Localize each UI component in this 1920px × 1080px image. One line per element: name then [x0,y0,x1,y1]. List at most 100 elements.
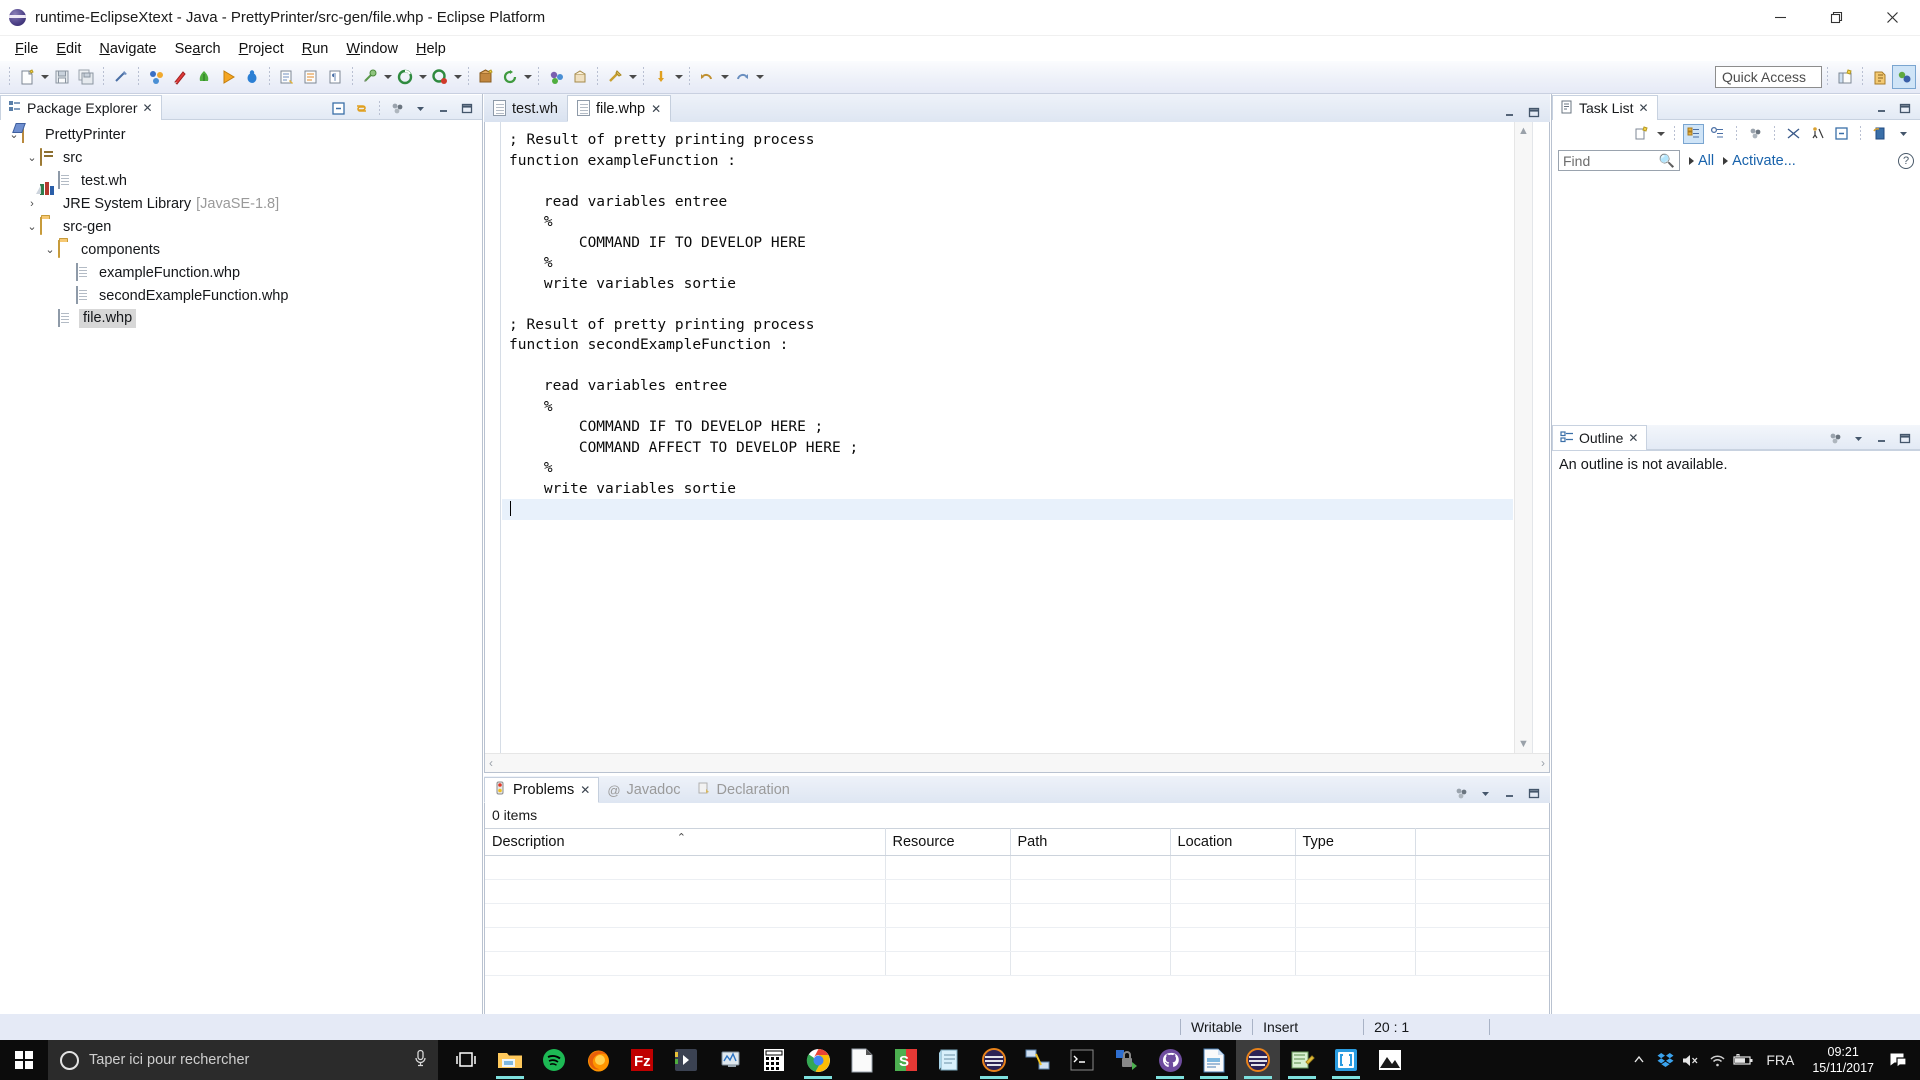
show-hidden-icons-icon[interactable] [1626,1040,1652,1080]
wifi-icon[interactable] [1704,1040,1730,1080]
save-icon[interactable] [50,65,74,89]
close-button[interactable] [1864,0,1920,36]
refresh-dropdown-icon[interactable] [522,65,533,89]
restore-tasks-icon[interactable] [1807,124,1828,144]
maximize-icon[interactable] [1894,98,1915,118]
twisty-expanded-icon[interactable]: ⌄ [42,243,58,256]
next-edit-location-icon[interactable] [649,65,673,89]
editor-vertical-ruler[interactable] [485,122,501,753]
tree-item[interactable]: › JRE System Library [JavaSE-1.8] [0,182,482,215]
forward-navigation-icon[interactable] [730,65,754,89]
sublime-text-icon[interactable] [664,1040,708,1080]
photos-icon[interactable] [1368,1040,1412,1080]
eclipse-icon[interactable] [972,1040,1016,1080]
filter-all-link[interactable]: All [1689,153,1714,169]
dropbox-icon[interactable] [1652,1040,1678,1080]
table-row[interactable] [485,855,1549,880]
notepadpp-icon[interactable] [1280,1040,1324,1080]
menu-file[interactable]: File [6,39,47,59]
battery-charging-icon[interactable] [1730,1040,1756,1080]
spotify-icon[interactable] [532,1040,576,1080]
view-menu-icon[interactable] [1451,783,1472,803]
close-icon[interactable]: ✕ [580,784,590,796]
external-tools-icon[interactable] [358,65,382,89]
new-task-icon[interactable] [1631,124,1652,144]
quick-access-input[interactable]: Quick Access [1715,66,1822,88]
microphone-icon[interactable] [413,1049,428,1072]
view-dropdown-icon[interactable] [410,98,431,118]
java-perspective-icon[interactable] [1868,65,1892,89]
editor-tab-file-whp[interactable]: file.whp ✕ [566,95,672,122]
twisty-collapsed-icon[interactable]: › [24,198,40,210]
restore-button[interactable] [1808,0,1864,36]
file-explorer-icon[interactable] [488,1040,532,1080]
view-dropdown-icon[interactable] [1893,124,1914,144]
filter-icon[interactable] [1783,124,1804,144]
minimize-icon[interactable] [1499,783,1520,803]
maximize-icon[interactable] [456,98,477,118]
minimize-icon[interactable] [1871,428,1892,448]
notepad-icon[interactable] [928,1040,972,1080]
tab-problems[interactable]: Problems ✕ [484,777,600,803]
tab-task-list[interactable]: Task List ✕ [1552,95,1658,120]
editor-tab-test-wh[interactable]: test.wh [484,95,567,122]
task-view-icon[interactable] [444,1040,488,1080]
lock-tool-icon[interactable] [1104,1040,1148,1080]
column-header-resource[interactable]: Resource [885,828,1011,856]
twisty-expanded-icon[interactable]: ⌄ [24,151,40,164]
categorized-presentation-icon[interactable] [1683,123,1704,144]
tree-item[interactable]: file.whp [0,307,482,330]
filezilla-icon[interactable]: Fz [620,1040,664,1080]
twisty-expanded-icon[interactable]: ⌄ [24,220,40,233]
editor-horizontal-scrollbar[interactable]: ‹ › [485,753,1549,772]
back-navigation-icon[interactable] [695,65,719,89]
scroll-left-icon[interactable]: ‹ [489,756,493,770]
view-menu-icon[interactable] [1825,428,1846,448]
github-desktop-icon[interactable] [1148,1040,1192,1080]
close-icon[interactable]: ✕ [143,102,153,114]
skype-icon[interactable]: S [884,1040,928,1080]
menu-run[interactable]: Run [293,39,338,59]
tree-item[interactable]: secondExampleFunction.whp [0,284,482,307]
scroll-down-icon[interactable]: ▼ [1515,735,1532,753]
forward-dropdown-icon[interactable] [754,65,765,89]
menu-edit[interactable]: Edit [47,39,90,59]
column-header-location[interactable]: Location [1170,828,1296,856]
save-all-icon[interactable] [74,65,98,89]
maximize-icon[interactable] [1894,428,1915,448]
table-row[interactable] [485,927,1549,952]
menu-help[interactable]: Help [407,39,455,59]
maximize-icon[interactable] [1523,783,1544,803]
filter-activate-link[interactable]: Activate... [1723,153,1796,169]
tree-item[interactable]: ⌄ PrettyPrinter [0,123,482,146]
collapse-all-icon[interactable] [1831,124,1852,144]
open-perspective-icon[interactable] [544,65,568,89]
new-wizard-dropdown-icon[interactable] [39,65,50,89]
back-dropdown-icon[interactable] [719,65,730,89]
column-header-type[interactable]: Type [1295,828,1416,856]
editor-overview-ruler[interactable] [1532,122,1549,753]
run-last-tool-icon[interactable] [393,65,417,89]
terminal-icon[interactable] [1060,1040,1104,1080]
close-icon[interactable]: ✕ [1628,432,1638,444]
new-package-icon[interactable] [474,65,498,89]
dropdown-arrow-icon[interactable] [1655,122,1666,146]
debug-last-icon[interactable] [428,65,452,89]
search-icon[interactable] [603,65,627,89]
menu-navigate[interactable]: Navigate [90,39,165,59]
volume-muted-icon[interactable] [1678,1040,1704,1080]
toggle-mark-occurrences-icon[interactable]: ¶ [323,65,347,89]
tree-item[interactable]: ⌄ components [0,238,482,261]
tab-outline[interactable]: Outline ✕ [1552,425,1648,450]
input-language[interactable]: FRA [1756,1052,1804,1068]
minimize-icon[interactable] [1499,102,1520,122]
table-row[interactable] [485,903,1549,928]
close-icon[interactable]: ✕ [1638,102,1648,114]
debug-last-dropdown-icon[interactable] [452,65,463,89]
view-dropdown-icon[interactable] [1848,428,1869,448]
next-edit-dropdown-icon[interactable] [673,65,684,89]
tree-item[interactable]: ⌄ src-gen [0,215,482,238]
google-chrome-icon[interactable] [796,1040,840,1080]
open-perspective-icon[interactable] [1833,65,1857,89]
search-input[interactable]: Taper ici pour rechercher [48,1040,438,1080]
